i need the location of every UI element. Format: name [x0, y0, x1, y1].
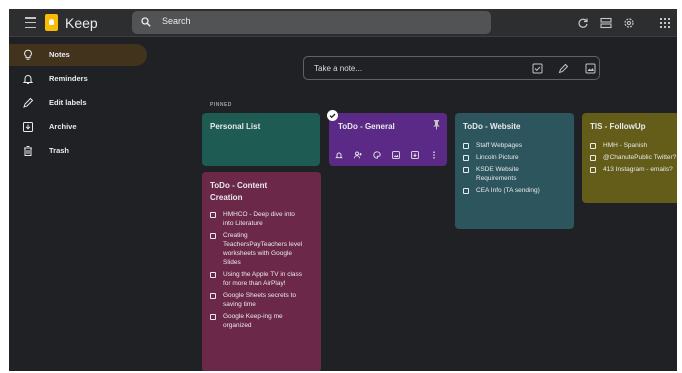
remind-me-icon[interactable]: [335, 151, 343, 159]
sidebar-item-label: Notes: [49, 50, 70, 59]
refresh-icon[interactable]: [577, 17, 589, 29]
checklist-item: Staff Webpages: [463, 141, 570, 150]
checklist: HMH - Spanish @ChanutePublic Twitter? 41…: [590, 141, 677, 177]
checklist-item-text: Lincoln Picture: [476, 154, 519, 161]
checklist-item: Creating TeachersPayTeachers level works…: [210, 231, 317, 267]
note-card-todo-general[interactable]: ToDo - General: [329, 113, 447, 166]
collaborator-icon[interactable]: [354, 151, 362, 159]
checkbox[interactable]: [210, 212, 216, 218]
new-drawing-icon[interactable]: [558, 63, 569, 74]
palette-icon[interactable]: [373, 151, 381, 159]
checklist-item-text: @ChanutePublic Twitter?: [603, 154, 677, 161]
checklist-item: HMHCO - Deep dive into into Literature: [210, 210, 317, 228]
sidebar-item-label: Reminders: [49, 74, 88, 83]
checklist-item: Lincoln Picture: [463, 153, 570, 162]
checklist-item: Using the Apple TV in class for more tha…: [210, 270, 317, 288]
note-title: Personal List: [210, 122, 261, 131]
checkbox[interactable]: [210, 272, 216, 278]
sidebar-item-label: Archive: [49, 122, 77, 131]
take-note-input[interactable]: Take a note...: [303, 56, 600, 80]
checkbox[interactable]: [463, 155, 469, 161]
checkbox[interactable]: [210, 233, 216, 239]
checklist-item-text: Using the Apple TV in class for more tha…: [223, 271, 303, 287]
checklist: HMHCO - Deep dive into into Literature C…: [210, 210, 317, 333]
checkbox[interactable]: [210, 314, 216, 320]
checkbox[interactable]: [590, 143, 596, 149]
checklist-item-text: Google Keep-ing me organized: [223, 313, 283, 329]
checklist-item-text: Google Sheets secrets to saving time: [223, 292, 296, 308]
apps-grid-icon[interactable]: [659, 17, 671, 29]
new-list-icon[interactable]: [532, 63, 543, 74]
note-title: TIS - FollowUp: [590, 122, 646, 131]
checkbox[interactable]: [463, 143, 469, 149]
trash-icon: [24, 146, 32, 156]
sidebar-item-reminders[interactable]: Reminders: [9, 68, 147, 90]
checklist-item-text: Staff Webpages: [476, 142, 523, 149]
checkbox[interactable]: [210, 293, 216, 299]
new-image-icon[interactable]: [585, 63, 596, 74]
checklist-item: 413 Instagram - emails?: [590, 165, 677, 174]
app-title[interactable]: Keep: [65, 15, 98, 31]
checklist-item: Google Sheets secrets to saving time: [210, 291, 317, 309]
checklist-item-text: 413 Instagram - emails?: [603, 166, 673, 173]
note-card-todo-content-creation[interactable]: ToDo - Content Creation HMHCO - Deep div…: [202, 172, 321, 371]
pencil-icon: [23, 97, 34, 108]
select-note-check-icon[interactable]: [327, 110, 338, 121]
note-card-tis-followup[interactable]: TIS - FollowUp HMH - Spanish @ChanutePub…: [582, 113, 677, 203]
sidebar-item-notes[interactable]: Notes: [9, 44, 147, 66]
checklist-item: KSDE Website Requirements: [463, 165, 570, 183]
checklist-item-text: KSDE Website Requirements: [476, 166, 519, 182]
lightbulb-icon: [24, 49, 32, 60]
search-icon: [141, 17, 151, 27]
checkbox[interactable]: [463, 167, 469, 173]
keep-logo-icon[interactable]: [45, 14, 58, 31]
bell-icon: [22, 75, 34, 84]
checklist-item-text: HMHCO - Deep dive into into Literature: [223, 211, 295, 227]
settings-icon[interactable]: [623, 17, 635, 29]
main-menu-icon[interactable]: [25, 17, 36, 28]
search-input[interactable]: Search: [162, 16, 191, 26]
checklist-item: @ChanutePublic Twitter?: [590, 153, 677, 162]
checklist-item: CEA Info (TA sending): [463, 186, 570, 195]
note-card-personal-list[interactable]: Personal List: [202, 113, 320, 166]
sidebar-item-label: Edit labels: [49, 98, 87, 107]
sidebar-item-archive[interactable]: Archive: [9, 116, 147, 138]
checklist-item-text: HMH - Spanish: [603, 142, 648, 149]
checklist-item-text: Creating TeachersPayTeachers level works…: [223, 232, 303, 266]
checklist-item: HMH - Spanish: [590, 141, 677, 150]
archive-note-icon[interactable]: [411, 151, 419, 159]
note-card-todo-website[interactable]: ToDo - Website Staff Webpages Lincoln Pi…: [455, 113, 574, 229]
checklist: Staff Webpages Lincoln Picture KSDE Webs…: [463, 141, 570, 198]
pinned-section-label: PINNED: [210, 102, 232, 108]
sidebar-item-trash[interactable]: Trash: [9, 140, 147, 162]
note-title: ToDo - General: [338, 122, 395, 131]
top-app-bar: Keep Search: [9, 9, 677, 37]
sidebar-item-label: Trash: [49, 146, 70, 155]
checkbox[interactable]: [463, 188, 469, 194]
keep-window: Keep Search Notes Reminders Edit labels …: [9, 9, 677, 371]
list-view-icon[interactable]: [600, 17, 612, 29]
checklist-item-text: CEA Info (TA sending): [476, 187, 540, 194]
archive-icon: [23, 122, 33, 132]
note-title: ToDo - Website: [463, 122, 521, 131]
add-image-icon[interactable]: [392, 151, 400, 159]
checkbox[interactable]: [590, 167, 596, 173]
sidebar-item-edit-labels[interactable]: Edit labels: [9, 92, 147, 114]
checkbox[interactable]: [590, 155, 596, 161]
search-bar[interactable]: Search: [132, 11, 491, 34]
pin-icon[interactable]: [432, 119, 441, 130]
checklist-item: Google Keep-ing me organized: [210, 312, 317, 330]
more-vert-icon[interactable]: [430, 151, 438, 159]
take-note-placeholder: Take a note...: [314, 64, 363, 73]
note-title: ToDo - Content Creation: [210, 181, 268, 202]
note-toolbar: [335, 151, 438, 159]
